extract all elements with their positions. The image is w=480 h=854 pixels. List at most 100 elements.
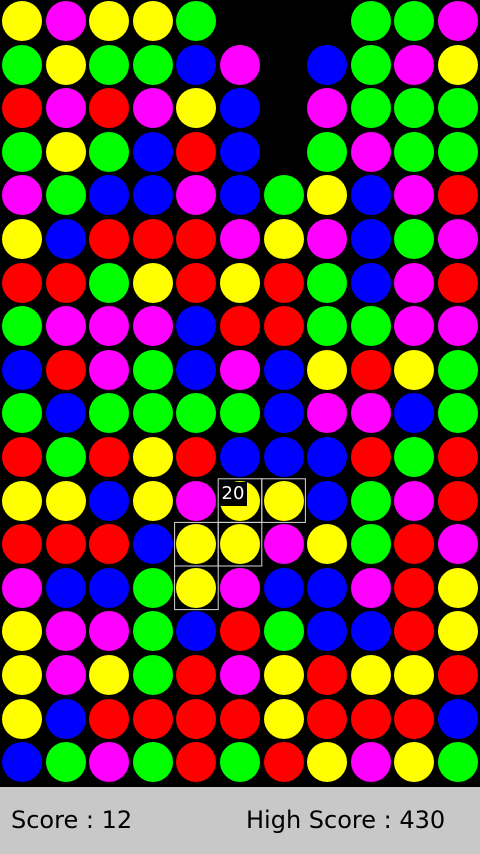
ball-r0-c0[interactable] [2, 1, 42, 41]
ball-r13-c5[interactable] [220, 567, 260, 608]
ball-r12-c8[interactable] [350, 524, 391, 565]
ball-r9-c2[interactable] [89, 393, 130, 434]
ball-r14-c9[interactable] [394, 611, 435, 652]
ball-r9-c0[interactable] [2, 393, 42, 434]
ball-r8-c10[interactable] [438, 349, 478, 390]
ball-r7-c4[interactable] [176, 306, 217, 347]
ball-r0-c4[interactable] [176, 1, 217, 41]
ball-r2-c0[interactable] [2, 88, 42, 129]
ball-r1-c5[interactable] [220, 44, 260, 85]
game-board[interactable] [0, 0, 480, 787]
ball-r14-c2[interactable] [89, 611, 130, 652]
ball-r2-c10[interactable] [438, 88, 478, 129]
ball-r16-c6[interactable] [263, 698, 304, 739]
ball-r11-c8[interactable] [350, 480, 391, 521]
ball-r4-c4[interactable] [176, 175, 217, 216]
ball-r10-c9[interactable] [394, 437, 435, 477]
ball-r8-c8[interactable] [350, 349, 391, 390]
ball-r1-c0[interactable] [2, 44, 42, 85]
ball-r7-c3[interactable] [132, 306, 173, 347]
ball-r9-c10[interactable] [438, 393, 478, 434]
ball-r8-c2[interactable] [89, 349, 130, 390]
ball-r12-c6[interactable] [263, 524, 304, 565]
ball-r13-c6[interactable] [263, 567, 304, 608]
ball-r10-c4[interactable] [176, 437, 217, 477]
ball-r4-c2[interactable] [89, 175, 130, 216]
ball-r8-c0[interactable] [2, 349, 42, 390]
ball-r2-c1[interactable] [45, 88, 86, 129]
ball-r14-c0[interactable] [2, 611, 42, 652]
ball-r3-c4[interactable] [176, 131, 217, 172]
ball-r15-c5[interactable] [220, 655, 260, 695]
ball-r13-c8[interactable] [350, 567, 391, 608]
ball-r3-c0[interactable] [2, 131, 42, 172]
ball-r12-c10[interactable] [438, 524, 478, 565]
ball-r13-c0[interactable] [2, 567, 42, 608]
ball-r16-c8[interactable] [350, 698, 391, 739]
ball-r13-c3[interactable] [132, 567, 173, 608]
ball-r11-c4[interactable] [176, 480, 217, 521]
ball-r5-c2[interactable] [89, 219, 130, 259]
ball-r9-c8[interactable] [350, 393, 391, 434]
ball-r9-c6[interactable] [263, 393, 304, 434]
ball-r7-c1[interactable] [45, 306, 86, 347]
ball-r11-c3[interactable] [132, 480, 173, 521]
ball-r4-c0[interactable] [2, 175, 42, 216]
ball-r15-c8[interactable] [350, 655, 391, 695]
ball-r2-c4[interactable] [176, 88, 217, 129]
ball-r7-c5[interactable] [220, 306, 260, 347]
ball-r9-c5[interactable] [220, 393, 260, 434]
ball-r4-c1[interactable] [45, 175, 86, 216]
ball-r0-c2[interactable] [89, 1, 130, 41]
ball-r8-c6[interactable] [263, 349, 304, 390]
ball-r2-c7[interactable] [307, 88, 348, 129]
ball-r5-c10[interactable] [438, 219, 478, 259]
ball-r14-c5[interactable] [220, 611, 260, 652]
ball-r7-c0[interactable] [2, 306, 42, 347]
ball-r1-c9[interactable] [394, 44, 435, 85]
ball-r3-c9[interactable] [394, 131, 435, 172]
ball-r11-c2[interactable] [89, 480, 130, 521]
ball-r11-c7[interactable] [307, 480, 348, 521]
ball-r13-c7[interactable] [307, 567, 348, 608]
ball-r11-c6[interactable] [263, 480, 304, 521]
ball-r16-c1[interactable] [45, 698, 86, 739]
ball-r4-c6[interactable] [263, 175, 304, 216]
ball-r1-c2[interactable] [89, 44, 130, 85]
ball-r14-c10[interactable] [438, 611, 478, 652]
ball-r2-c8[interactable] [350, 88, 391, 129]
ball-r16-c9[interactable] [394, 698, 435, 739]
ball-r2-c5[interactable] [220, 88, 260, 129]
ball-r17-c4[interactable] [176, 742, 217, 783]
ball-r0-c10[interactable] [438, 1, 478, 41]
ball-r17-c3[interactable] [132, 742, 173, 783]
ball-r1-c8[interactable] [350, 44, 391, 85]
ball-r11-c9[interactable] [394, 480, 435, 521]
ball-r10-c0[interactable] [2, 437, 42, 477]
ball-r10-c5[interactable] [220, 437, 260, 477]
ball-r15-c3[interactable] [132, 655, 173, 695]
ball-r2-c3[interactable] [132, 88, 173, 129]
ball-r1-c10[interactable] [438, 44, 478, 85]
ball-r16-c10[interactable] [438, 698, 478, 739]
ball-r13-c2[interactable] [89, 567, 130, 608]
ball-r16-c2[interactable] [89, 698, 130, 739]
ball-r12-c3[interactable] [132, 524, 173, 565]
ball-r15-c2[interactable] [89, 655, 130, 695]
ball-r6-c7[interactable] [307, 262, 348, 303]
ball-r15-c1[interactable] [45, 655, 86, 695]
ball-r6-c3[interactable] [132, 262, 173, 303]
ball-r9-c9[interactable] [394, 393, 435, 434]
ball-r6-c10[interactable] [438, 262, 478, 303]
ball-r9-c7[interactable] [307, 393, 348, 434]
ball-r7-c8[interactable] [350, 306, 391, 347]
ball-r17-c9[interactable] [394, 742, 435, 783]
ball-r1-c3[interactable] [132, 44, 173, 85]
ball-r14-c4[interactable] [176, 611, 217, 652]
ball-r3-c8[interactable] [350, 131, 391, 172]
ball-r5-c3[interactable] [132, 219, 173, 259]
ball-r8-c9[interactable] [394, 349, 435, 390]
ball-r7-c2[interactable] [89, 306, 130, 347]
ball-r15-c0[interactable] [2, 655, 42, 695]
ball-r10-c2[interactable] [89, 437, 130, 477]
